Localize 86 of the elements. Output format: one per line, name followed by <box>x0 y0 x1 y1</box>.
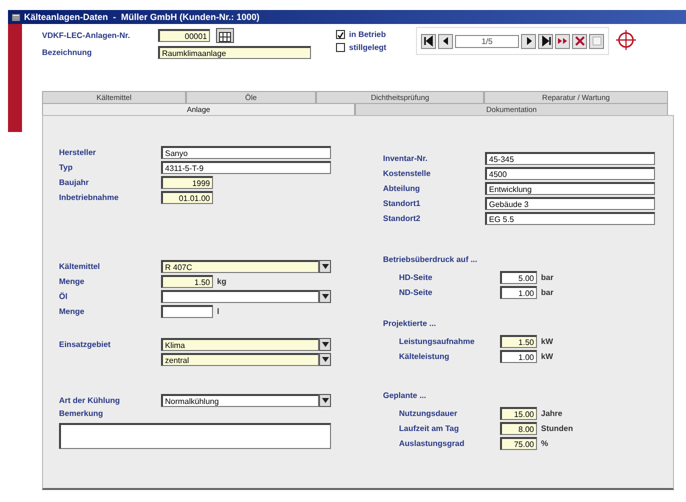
input-field[interactable]: 1.00 <box>500 350 537 363</box>
dropdown-arrow-icon <box>322 264 328 269</box>
checkbox-label: stillgelegt <box>349 43 386 52</box>
field-label: Menge <box>59 307 86 316</box>
input-field[interactable]: 00001 <box>158 29 210 42</box>
checkbox-label: in Betrieb <box>349 30 386 39</box>
input-field[interactable] <box>161 305 213 318</box>
crosshair-icon[interactable] <box>615 29 637 51</box>
unit-label: % <box>541 439 548 448</box>
field-label: Kostenstelle <box>383 169 432 178</box>
input-field[interactable]: 1.50 <box>500 335 537 348</box>
input-field[interactable]: 1999 <box>161 176 213 189</box>
section-heading: Projektierte ... <box>383 319 437 328</box>
input-field[interactable]: 1.50 <box>161 275 213 288</box>
square-button[interactable] <box>589 34 604 48</box>
square-icon <box>590 35 602 47</box>
field-label: Typ <box>59 163 74 172</box>
previous-button[interactable] <box>438 34 453 48</box>
last-record-button[interactable] <box>538 34 553 48</box>
unit-label: l <box>217 307 220 316</box>
dropdown-arrow-icon <box>322 398 328 403</box>
field-label: Inbetriebnahme <box>59 193 120 202</box>
unit-label: bar <box>541 288 554 297</box>
field-label: Hersteller <box>59 148 97 157</box>
close-icon <box>574 35 586 47</box>
field-label: Bemerkung <box>59 409 104 418</box>
field-label: Nutzungsdauer <box>398 409 458 418</box>
input-field[interactable]: 01.01.00 <box>161 191 213 204</box>
next-button[interactable] <box>521 34 536 48</box>
close-button[interactable] <box>572 34 587 48</box>
unit-label: kW <box>541 337 553 346</box>
last-record-icon <box>540 35 552 47</box>
input-field[interactable]: 45-345 <box>485 152 655 165</box>
checkbox[interactable] <box>336 30 345 39</box>
input-field[interactable]: 15.00 <box>500 407 537 420</box>
section-heading: Geplante ... <box>383 391 428 400</box>
field-label: Einsatzgebiet <box>59 340 112 349</box>
input-field[interactable]: 8.00 <box>500 422 537 435</box>
field-label: Abteilung <box>383 184 421 193</box>
dropdown-arrow-icon <box>322 294 328 299</box>
input-field[interactable]: EG 5.5 <box>485 212 655 225</box>
field-label: HD-Seite <box>398 273 434 282</box>
field-label: Inventar-Nr. <box>383 154 428 163</box>
record-counter[interactable]: 1/5 <box>455 34 519 48</box>
lookup-button[interactable] <box>216 28 234 43</box>
unit-label: Jahre <box>541 409 562 418</box>
input-field[interactable]: 4311-5-T-9 <box>161 161 331 174</box>
input-field[interactable]: 75.00 <box>500 437 537 450</box>
field-label: Baujahr <box>59 178 90 187</box>
double-arrow-button[interactable] <box>555 34 570 48</box>
field-label: Bezeichnung <box>42 48 93 57</box>
field-label: ND-Seite <box>398 288 434 297</box>
input-field[interactable]: Raumklimaanlage <box>158 46 311 59</box>
unit-label: kW <box>541 352 553 361</box>
field-label: Standort2 <box>383 214 422 223</box>
input-field[interactable]: Sanyo <box>161 146 331 159</box>
field-label: Kältemittel <box>59 262 101 271</box>
dropdown-arrow-icon <box>322 342 328 347</box>
checkbox[interactable] <box>336 43 345 52</box>
input-field[interactable]: Gebäude 3 <box>485 197 655 210</box>
input-field[interactable]: 1.00 <box>500 286 537 299</box>
first-record-icon <box>422 35 434 47</box>
double-arrow-icon <box>556 35 568 47</box>
unit-label: Stunden <box>541 424 573 433</box>
window-title: Kälteanlagen-Daten - Müller GmbH (Kunden-Nr.: 1000) <box>24 12 260 22</box>
dropdown-arrow-icon <box>322 357 328 362</box>
input-field[interactable]: Entwicklung <box>485 182 655 195</box>
first-record-button[interactable] <box>421 34 436 48</box>
field-label: Kälteleistung <box>398 352 450 361</box>
field-label: Art der Kühlung <box>59 396 121 405</box>
dropdown[interactable] <box>161 290 331 303</box>
form-icon <box>12 14 20 20</box>
unit-label: bar <box>541 273 554 282</box>
field-label: Menge <box>59 277 86 286</box>
field-label: Laufzeit am Tag <box>398 424 460 433</box>
field-label: Öl <box>59 292 68 301</box>
unit-label: kg <box>217 277 226 286</box>
field-label: Standort1 <box>383 199 422 208</box>
section-heading: Betriebsüberdruck auf ... <box>383 255 478 264</box>
remark-field[interactable] <box>59 423 331 449</box>
field-label: Auslastungsgrad <box>398 439 466 448</box>
input-field[interactable]: 5.00 <box>500 271 537 284</box>
grid-icon <box>219 32 231 42</box>
field-label: Leistungsaufnahme <box>398 337 476 346</box>
input-field[interactable]: 4500 <box>485 167 655 180</box>
field-label: VDKF-LEC-Anlagen-Nr. <box>42 31 131 40</box>
